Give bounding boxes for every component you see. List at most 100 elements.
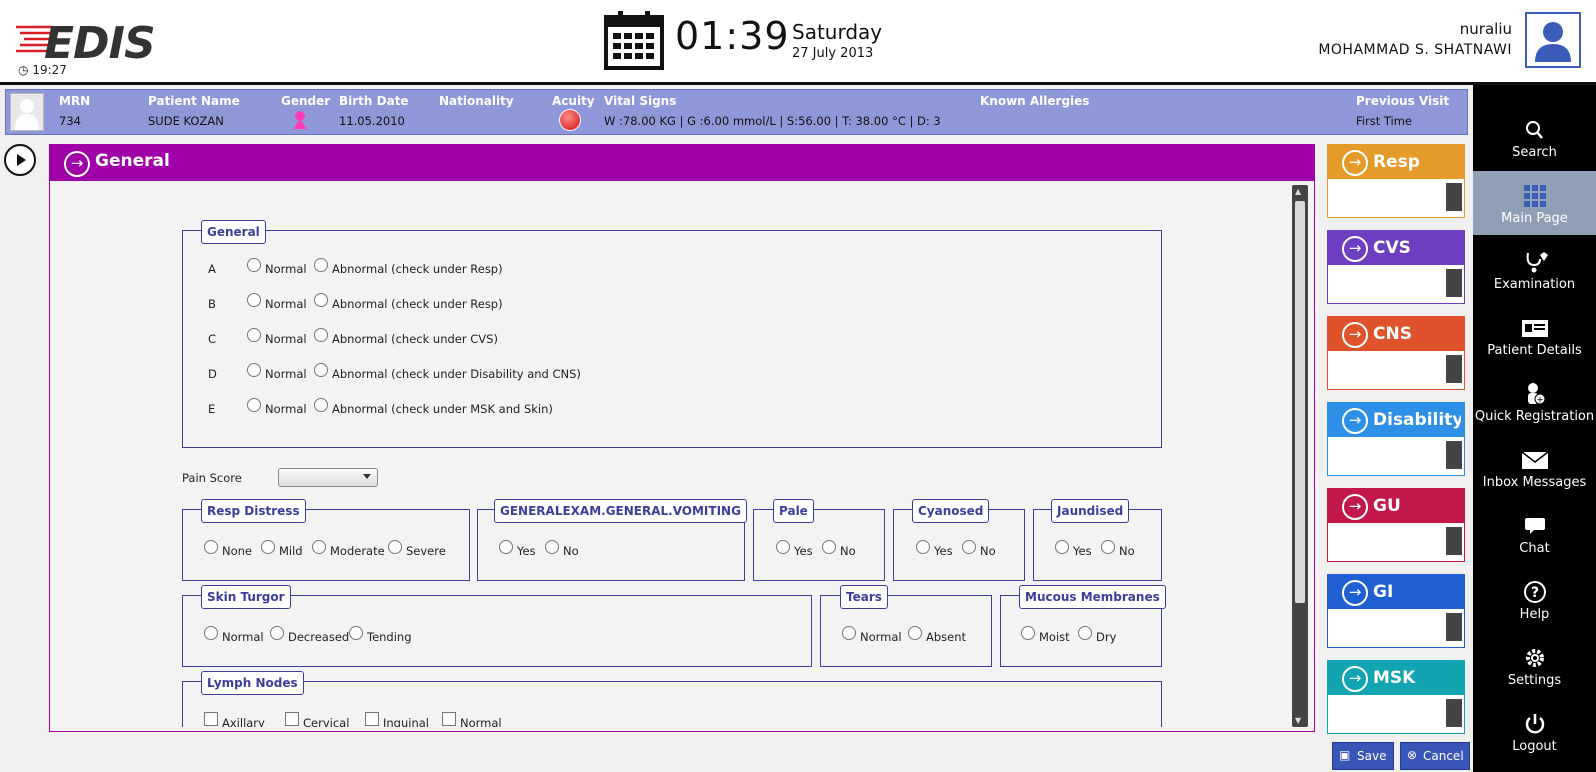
resp-mild-radio[interactable] (261, 540, 275, 554)
vomiting-yes-radio[interactable] (499, 540, 513, 554)
svg-text:+: + (1536, 396, 1544, 406)
lymph-inguinal-checkbox[interactable] (365, 712, 379, 726)
abnormal-radio[interactable] (314, 258, 328, 272)
abnormal-radio[interactable] (314, 398, 328, 412)
card-gu-header[interactable]: → GU (1328, 489, 1464, 523)
cyanosed-no-radio[interactable] (962, 540, 976, 554)
normal-label: Normal (265, 402, 307, 416)
turgor-normal-radio[interactable] (204, 626, 218, 640)
vomiting-yes-label: Yes (517, 544, 536, 558)
envelope-icon (1521, 451, 1548, 469)
pain-score-select[interactable] (278, 468, 378, 487)
calendar-icon (604, 11, 664, 70)
card-scrollbar[interactable] (1446, 183, 1462, 211)
jaundised-yes-radio[interactable] (1055, 540, 1069, 554)
card-scrollbar[interactable] (1446, 355, 1462, 383)
card-scrollbar[interactable] (1446, 269, 1462, 297)
save-button[interactable]: ▣ Save (1332, 742, 1394, 770)
patient-name-value: SUDE KOZAN (148, 114, 224, 128)
resp-severe-radio[interactable] (388, 540, 402, 554)
jaundised-no-radio[interactable] (1101, 540, 1115, 554)
card-gu[interactable]: → GU (1327, 488, 1465, 562)
cyanosed-no-label: No (980, 544, 996, 558)
card-scrollbar[interactable] (1446, 699, 1462, 727)
nav-help[interactable]: ? Help (1473, 567, 1596, 631)
nav-logout-label: Logout (1512, 739, 1557, 754)
turgor-tending-radio[interactable] (349, 626, 363, 640)
scrollbar-thumb[interactable] (1295, 201, 1305, 603)
turgor-decreased-radio[interactable] (270, 626, 284, 640)
card-gi-header[interactable]: → GI (1328, 575, 1464, 609)
nav-quick-registration[interactable]: + Quick Registration (1473, 369, 1596, 433)
nav-main-page[interactable]: Main Page (1473, 171, 1596, 235)
cyanosed-legend: Cyanosed (912, 499, 990, 523)
nav-logout[interactable]: Logout (1473, 699, 1596, 763)
vomiting-no-radio[interactable] (545, 540, 559, 554)
card-gi[interactable]: → GI (1327, 574, 1465, 648)
panel-scrollbar[interactable]: ▲ ▼ (1292, 185, 1308, 727)
acuity-label: Acuity (552, 94, 595, 108)
vomiting-no-label: No (563, 544, 579, 558)
abnormal-radio[interactable] (314, 363, 328, 377)
previous-visit-value: First Time (1356, 114, 1413, 128)
nav-inbox-messages[interactable]: Inbox Messages (1473, 435, 1596, 499)
card-scrollbar[interactable] (1446, 527, 1462, 555)
mrn-label: MRN (59, 94, 91, 108)
nav-chat[interactable]: Chat (1473, 501, 1596, 565)
card-disability-header[interactable]: → Disability (1328, 403, 1464, 437)
card-cvs-header[interactable]: → CVS (1328, 231, 1464, 265)
acuity-indicator-icon (559, 109, 581, 131)
user-avatar[interactable] (1525, 12, 1581, 68)
tears-normal-radio[interactable] (842, 626, 856, 640)
normal-radio[interactable] (247, 258, 261, 272)
resp-none-radio[interactable] (204, 540, 218, 554)
nav-patient-details[interactable]: Patient Details (1473, 303, 1596, 367)
card-msk[interactable]: → MSK (1327, 660, 1465, 734)
toggle-panel-button[interactable] (4, 144, 36, 176)
normal-radio[interactable] (247, 398, 261, 412)
card-cvs[interactable]: → CVS (1327, 230, 1465, 304)
card-cns[interactable]: → CNS (1327, 316, 1465, 390)
pale-no-label: No (840, 544, 856, 558)
card-disability[interactable]: → Disability (1327, 402, 1465, 476)
abnormal-radio[interactable] (314, 328, 328, 342)
app-header: EDIS ◷ 19:27 01:39 Saturday 27 July 2013… (0, 0, 1596, 85)
card-disability-title: Disability (1373, 410, 1461, 430)
arrow-right-icon[interactable]: → (64, 151, 90, 177)
mucous-dry-radio[interactable] (1078, 626, 1092, 640)
normal-label: Normal (265, 367, 307, 381)
normal-radio[interactable] (247, 328, 261, 342)
pale-no-radio[interactable] (822, 540, 836, 554)
pale-yes-radio[interactable] (776, 540, 790, 554)
card-msk-header[interactable]: → MSK (1328, 661, 1464, 695)
patient-silhouette-icon (15, 99, 39, 130)
scroll-up-icon[interactable]: ▲ (1295, 187, 1301, 196)
card-resp-header[interactable]: → Resp (1328, 145, 1464, 179)
card-cns-header[interactable]: → CNS (1328, 317, 1464, 351)
scroll-down-icon[interactable]: ▼ (1295, 716, 1301, 725)
resp-none-label: None (222, 544, 253, 558)
card-resp[interactable]: → Resp (1327, 144, 1465, 218)
tears-absent-label: Absent (926, 630, 967, 644)
resp-moderate-radio[interactable] (312, 540, 326, 554)
lymph-axillary-checkbox[interactable] (204, 712, 218, 726)
card-scrollbar[interactable] (1446, 441, 1462, 469)
lymph-clip: Lymph Nodes Axillary Cervical Inguinal N… (50, 665, 1290, 727)
cancel-button[interactable]: ⊗ Cancel (1400, 742, 1470, 770)
nav-examination[interactable]: Examination (1473, 237, 1596, 301)
card-scrollbar[interactable] (1446, 613, 1462, 641)
nav-settings[interactable]: Settings (1473, 633, 1596, 697)
lymph-normal-checkbox[interactable] (442, 712, 456, 726)
pain-score-label: Pain Score (182, 471, 242, 485)
cyanosed-yes-radio[interactable] (916, 540, 930, 554)
nav-help-label: Help (1519, 607, 1550, 622)
card-msk-title: MSK (1373, 668, 1416, 688)
normal-radio[interactable] (247, 363, 261, 377)
normal-radio[interactable] (247, 293, 261, 307)
row-letter: A (208, 262, 216, 276)
abnormal-radio[interactable] (314, 293, 328, 307)
tears-absent-radio[interactable] (908, 626, 922, 640)
mucous-moist-radio[interactable] (1021, 626, 1035, 640)
nav-search[interactable]: Search (1473, 105, 1596, 169)
lymph-cervical-checkbox[interactable] (285, 712, 299, 726)
